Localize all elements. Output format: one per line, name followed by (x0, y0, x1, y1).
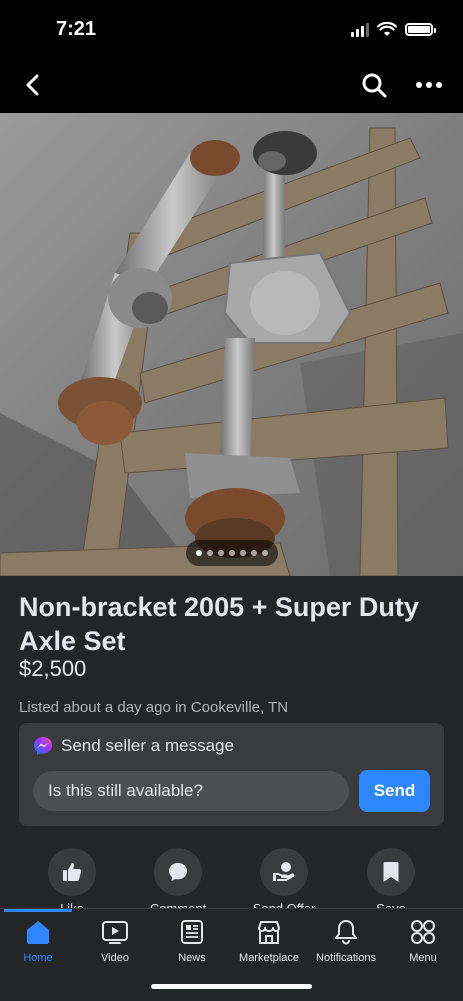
menu-grid-icon (411, 920, 435, 944)
page-dot (229, 550, 235, 556)
message-header-label: Send seller a message (61, 736, 234, 755)
photo-pagination-dots[interactable] (186, 540, 278, 566)
listing-actions: Like Comment Send Offer Save (0, 848, 463, 916)
bell-icon (335, 920, 357, 945)
status-bar: 7:21 (0, 0, 463, 58)
thumbs-up-icon (63, 863, 82, 881)
comment-button[interactable] (154, 848, 202, 896)
comment-icon (169, 863, 187, 881)
cellular-signal-icon (351, 22, 369, 37)
wifi-icon (377, 22, 397, 36)
top-nav-bar (0, 58, 463, 113)
messenger-icon (34, 737, 52, 755)
status-time: 7:21 (56, 18, 97, 40)
status-icons (351, 22, 436, 37)
page-dot (251, 550, 257, 556)
page-dot (240, 550, 246, 556)
listing-price: $2,500 (19, 656, 87, 681)
listing-meta[interactable]: Listed about a day ago in Cookeville, TN (19, 699, 288, 716)
home-indicator[interactable] (151, 984, 312, 989)
active-tab-indicator (4, 909, 72, 912)
page-dot (207, 550, 213, 556)
marketplace-icon (258, 921, 280, 944)
search-icon[interactable] (359, 70, 389, 100)
listing-title: Non-bracket 2005 + Super Duty Axle Set (19, 592, 419, 656)
more-options-icon[interactable] (413, 70, 445, 100)
battery-icon (405, 23, 436, 36)
listing-photo[interactable] (0, 113, 463, 576)
back-arrow-icon[interactable] (18, 70, 48, 100)
page-dot (218, 550, 224, 556)
news-icon (181, 920, 203, 944)
message-input[interactable]: Is this still available? (33, 771, 349, 811)
bookmark-icon (383, 862, 399, 882)
tab-menu[interactable]: Menu (377, 917, 463, 977)
like-button[interactable] (48, 848, 96, 896)
save-button[interactable] (367, 848, 415, 896)
video-icon (102, 921, 128, 944)
home-icon (27, 921, 49, 944)
tab-menu-label: Menu (409, 952, 437, 964)
axle-photo-illustration (0, 113, 463, 576)
message-header: Send seller a message (33, 736, 234, 756)
page-dot (262, 550, 268, 556)
send-offer-icon (273, 862, 295, 881)
page-dot (196, 550, 202, 556)
send-button[interactable]: Send (359, 770, 430, 812)
message-seller-card: Send seller a message Is this still avai… (19, 723, 444, 826)
send-offer-button[interactable] (260, 848, 308, 896)
